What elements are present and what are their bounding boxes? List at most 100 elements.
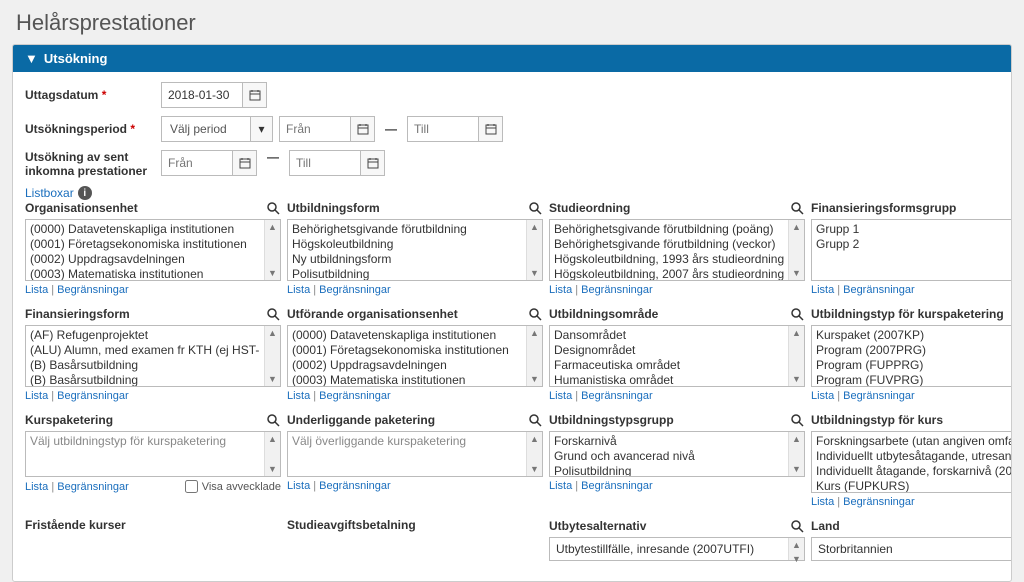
utbildningsform-listbox[interactable]: Behörighetsgivande förutbildning Högskol… <box>287 219 543 281</box>
begransningar-link[interactable]: Begränsningar <box>57 390 129 402</box>
begransningar-link[interactable]: Begränsningar <box>581 390 653 402</box>
utsokningsperiod-row: Utsökningsperiod * Välj period ▾ — <box>25 116 999 142</box>
lista-link[interactable]: Lista <box>811 390 834 402</box>
utbildningsomrade-listbox[interactable]: Dansområdet Designområdet Farmaceutiska … <box>549 325 805 387</box>
search-icon[interactable] <box>527 412 543 428</box>
calendar-icon[interactable] <box>242 83 266 107</box>
utb-typsgrupp-cell: Utbildningstypsgrupp Forskarnivå Grund o… <box>549 412 811 518</box>
lista-link[interactable]: Lista <box>25 284 48 296</box>
underliggande-title: Underliggande paketering <box>287 413 435 427</box>
lista-link[interactable]: Lista <box>549 284 572 296</box>
scrollbar[interactable]: ▲▼ <box>788 538 804 560</box>
underliggande-cell: Underliggande paketering Välj överliggan… <box>287 412 549 518</box>
sent-from[interactable] <box>161 150 257 176</box>
search-icon[interactable] <box>789 412 805 428</box>
begransningar-link[interactable]: Begränsningar <box>581 284 653 296</box>
lista-link[interactable]: Lista <box>287 390 310 402</box>
panel-header[interactable]: ▼ Utsökning <box>13 45 1011 72</box>
utbildningsomrade-title: Utbildningsområde <box>549 307 658 321</box>
info-icon[interactable]: i <box>78 186 92 200</box>
uttagsdatum-row: Uttagsdatum * <box>25 82 999 108</box>
chevron-down-icon[interactable]: ▾ <box>250 117 272 141</box>
visa-avvecklade-checkbox[interactable] <box>185 480 198 493</box>
search-icon[interactable] <box>527 306 543 322</box>
search-icon[interactable] <box>789 518 805 534</box>
period-select-text: Välj period <box>162 117 250 141</box>
begransningar-link[interactable]: Begränsningar <box>843 284 915 296</box>
scrollbar[interactable]: ▲▼ <box>264 432 280 476</box>
lista-link[interactable]: Lista <box>287 284 310 296</box>
lista-link[interactable]: Lista <box>549 390 572 402</box>
begransningar-link[interactable]: Begränsningar <box>581 480 653 492</box>
sent-from-input[interactable] <box>162 151 232 175</box>
finans-form-listbox[interactable]: (AF) Refugenprojektet (ALU) Alumn, med e… <box>25 325 281 387</box>
utb-typ-kurspaketering-title: Utbildningstyp för kurspaketering <box>811 307 1004 321</box>
lista-link[interactable]: Lista <box>25 390 48 402</box>
sent-to-input[interactable] <box>290 151 360 175</box>
land-title: Land <box>811 519 840 533</box>
utbytesalternativ-listbox[interactable]: Utbytestillfälle, inresande (2007UTFI) ▲… <box>549 537 805 561</box>
calendar-icon[interactable] <box>232 151 256 175</box>
utb-typ-kurspaketering-listbox[interactable]: Kurspaket (2007KP) Program (2007PRG) Pro… <box>811 325 1012 387</box>
utb-typsgrupp-listbox[interactable]: Forskarnivå Grund och avancerad nivå Pol… <box>549 431 805 477</box>
studieordning-title: Studieordning <box>549 201 630 215</box>
org-enhet-title: Organisationsenhet <box>25 201 138 215</box>
scrollbar[interactable]: ▲▼ <box>264 220 280 280</box>
utb-typ-kurs-listbox[interactable]: Forskningsarbete (utan angiven omfattnin… <box>811 431 1012 493</box>
scrollbar[interactable]: ▲▼ <box>264 326 280 386</box>
period-from[interactable] <box>279 116 375 142</box>
search-icon[interactable] <box>265 412 281 428</box>
land-listbox[interactable]: Storbritannien ▲▼ <box>811 537 1012 561</box>
org-enhet-cell: Organisationsenhet (0000) Datavetenskapl… <box>25 200 287 306</box>
underliggande-listbox[interactable]: Välj överliggande kurspaketering ▲▼ <box>287 431 543 477</box>
search-icon[interactable] <box>265 200 281 216</box>
begransningar-link[interactable]: Begränsningar <box>843 496 915 508</box>
kurspaketering-listbox[interactable]: Välj utbildningstyp för kurspaketering ▲… <box>25 431 281 477</box>
org-enhet-listbox[interactable]: (0000) Datavetenskapliga institutionen (… <box>25 219 281 281</box>
search-icon[interactable] <box>265 306 281 322</box>
lista-link[interactable]: Lista <box>811 284 834 296</box>
sent-to[interactable] <box>289 150 385 176</box>
period-select[interactable]: Välj period ▾ <box>161 116 273 142</box>
scrollbar[interactable]: ▲▼ <box>788 432 804 476</box>
search-icon[interactable] <box>789 306 805 322</box>
sent-inkomna-label: Utsökning av sent inkomna prestationer <box>25 150 155 178</box>
land-cell: Land Storbritannien ▲▼ <box>811 518 1012 571</box>
calendar-icon[interactable] <box>360 151 384 175</box>
search-icon[interactable] <box>789 200 805 216</box>
lista-link[interactable]: Lista <box>287 480 310 492</box>
studieordning-listbox[interactable]: Behörighetsgivande förutbildning (poäng)… <box>549 219 805 281</box>
lista-link[interactable]: Lista <box>811 496 834 508</box>
begransningar-link[interactable]: Begränsningar <box>843 390 915 402</box>
scrollbar[interactable]: ▲▼ <box>788 326 804 386</box>
begransningar-link[interactable]: Begränsningar <box>319 284 391 296</box>
begransningar-link[interactable]: Begränsningar <box>319 480 391 492</box>
utbytesalternativ-cell: Utbytesalternativ Utbytestillfälle, inre… <box>549 518 811 571</box>
begransningar-link[interactable]: Begränsningar <box>57 481 129 493</box>
calendar-icon[interactable] <box>350 117 374 141</box>
studieavgift-cell: Studieavgiftsbetalning <box>287 518 549 571</box>
period-from-input[interactable] <box>280 117 350 141</box>
finans-grupp-listbox[interactable]: Grupp 1 Grupp 2 ▲▼ <box>811 219 1012 281</box>
scrollbar[interactable]: ▲▼ <box>526 220 542 280</box>
scrollbar[interactable]: ▲▼ <box>788 220 804 280</box>
scrollbar[interactable]: ▲▼ <box>526 432 542 476</box>
finans-grupp-cell: Finansieringsformsgrupp Grupp 1 Grupp 2 … <box>811 200 1012 306</box>
begransningar-link[interactable]: Begränsningar <box>319 390 391 402</box>
lista-link[interactable]: Lista <box>549 480 572 492</box>
range-dash: — <box>263 150 283 164</box>
scrollbar[interactable]: ▲▼ <box>526 326 542 386</box>
period-to-input[interactable] <box>408 117 478 141</box>
listboxar-link[interactable]: Listboxar <box>25 186 74 200</box>
search-panel: ▼ Utsökning Uttagsdatum * Utsökningsperi… <box>12 44 1012 582</box>
uttagsdatum-field[interactable] <box>161 82 267 108</box>
utforande-org-listbox[interactable]: (0000) Datavetenskapliga institutionen (… <box>287 325 543 387</box>
begransningar-link[interactable]: Begränsningar <box>57 284 129 296</box>
fristaende-kurser-cell: Fristående kurser <box>25 518 287 571</box>
finans-form-title: Finansieringsform <box>25 307 130 321</box>
lista-link[interactable]: Lista <box>25 481 48 493</box>
uttagsdatum-input[interactable] <box>162 83 242 107</box>
search-icon[interactable] <box>527 200 543 216</box>
calendar-icon[interactable] <box>478 117 502 141</box>
period-to[interactable] <box>407 116 503 142</box>
